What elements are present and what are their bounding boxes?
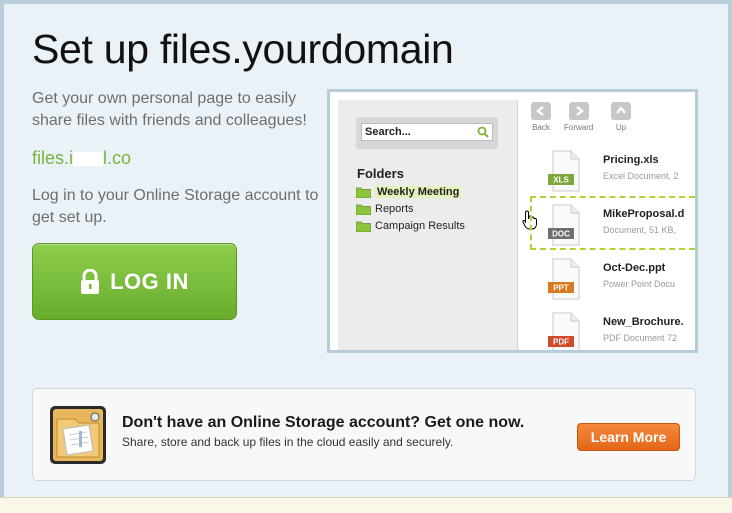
lock-icon — [80, 268, 100, 295]
nav-up-label: Up — [615, 123, 627, 132]
file-name: Pricing.xls — [603, 154, 659, 166]
file-item-pricing[interactable]: XLS Pricing.xls Excel Document, 2 — [519, 150, 695, 198]
folder-icon — [356, 204, 371, 215]
nav-forward-label: Forward — [564, 123, 594, 132]
promo-heading: Don't have an Online Storage account? Ge… — [122, 414, 525, 431]
ppt-file-icon: PPT — [548, 258, 580, 300]
promo-subtext: Share, store and back up files in the cl… — [122, 435, 454, 449]
domain-text: files.i l.co — [32, 148, 131, 169]
file-name: New_Brochure. — [603, 316, 684, 328]
folder-label: Reports — [375, 203, 414, 215]
intro-text: Get your own personal page to easily sha… — [32, 90, 307, 129]
folder-item-weekly-meeting[interactable]: Weekly Meeting — [356, 184, 462, 200]
svg-text:PPT: PPT — [553, 284, 569, 293]
file-meta: Power Point Docu — [603, 279, 676, 289]
arrow-left-icon — [531, 102, 551, 120]
storage-folder-icon — [50, 406, 106, 464]
file-item-oct-dec[interactable]: PPT Oct-Dec.ppt Power Point Docu — [519, 258, 695, 306]
page-title: Set up files.yourdomain — [32, 26, 454, 72]
svg-text:PDF: PDF — [553, 338, 569, 347]
svg-text:XLS: XLS — [553, 176, 569, 185]
arrow-up-icon — [611, 102, 631, 120]
footer-strip — [0, 497, 732, 513]
search-icon — [477, 126, 489, 141]
folders-heading: Folders — [357, 166, 404, 181]
nav-forward[interactable]: Forward — [564, 102, 593, 132]
login-prompt: Log in to your Online Storage account to… — [32, 187, 319, 226]
preview-sidebar: Search... Folders Weekly Meeting Reports… — [338, 100, 518, 350]
redacted-block — [73, 152, 104, 167]
pdf-file-icon: PDF — [548, 312, 580, 350]
domain-suffix: l.co — [103, 148, 132, 168]
selection-highlight — [530, 196, 695, 250]
folder-label: Campaign Results — [375, 220, 465, 232]
preview-search-placeholder: Search... — [365, 126, 411, 138]
preview-search-box: Search... — [356, 117, 498, 149]
learn-more-button[interactable]: Learn More — [577, 423, 680, 451]
folder-item-campaign-results[interactable]: Campaign Results — [356, 218, 465, 234]
login-button-label: LOG IN — [110, 268, 189, 294]
nav-back-label: Back — [532, 123, 550, 132]
nav-back[interactable]: Back — [531, 102, 551, 132]
preview-panel: Search... Folders Weekly Meeting Reports… — [327, 89, 698, 353]
folder-icon — [356, 187, 371, 198]
nav-up[interactable]: Up — [611, 102, 631, 132]
folder-item-reports[interactable]: Reports — [356, 201, 414, 217]
file-meta: PDF Document 72 — [603, 333, 678, 343]
folder-icon — [356, 221, 371, 232]
file-meta: Excel Document, 2 — [603, 171, 679, 181]
arrow-right-icon — [568, 102, 589, 120]
login-button[interactable]: LOG IN — [32, 243, 237, 320]
folder-label: Weekly Meeting — [375, 186, 462, 198]
domain-prefix: files.i — [32, 148, 74, 168]
preview-search-input[interactable]: Search... — [361, 123, 493, 141]
signup-promo: Don't have an Online Storage account? Ge… — [32, 388, 696, 481]
file-item-new-brochure[interactable]: PDF New_Brochure. PDF Document 72 — [519, 312, 695, 350]
xls-file-icon: XLS — [548, 150, 580, 192]
file-name: Oct-Dec.ppt — [603, 262, 666, 274]
